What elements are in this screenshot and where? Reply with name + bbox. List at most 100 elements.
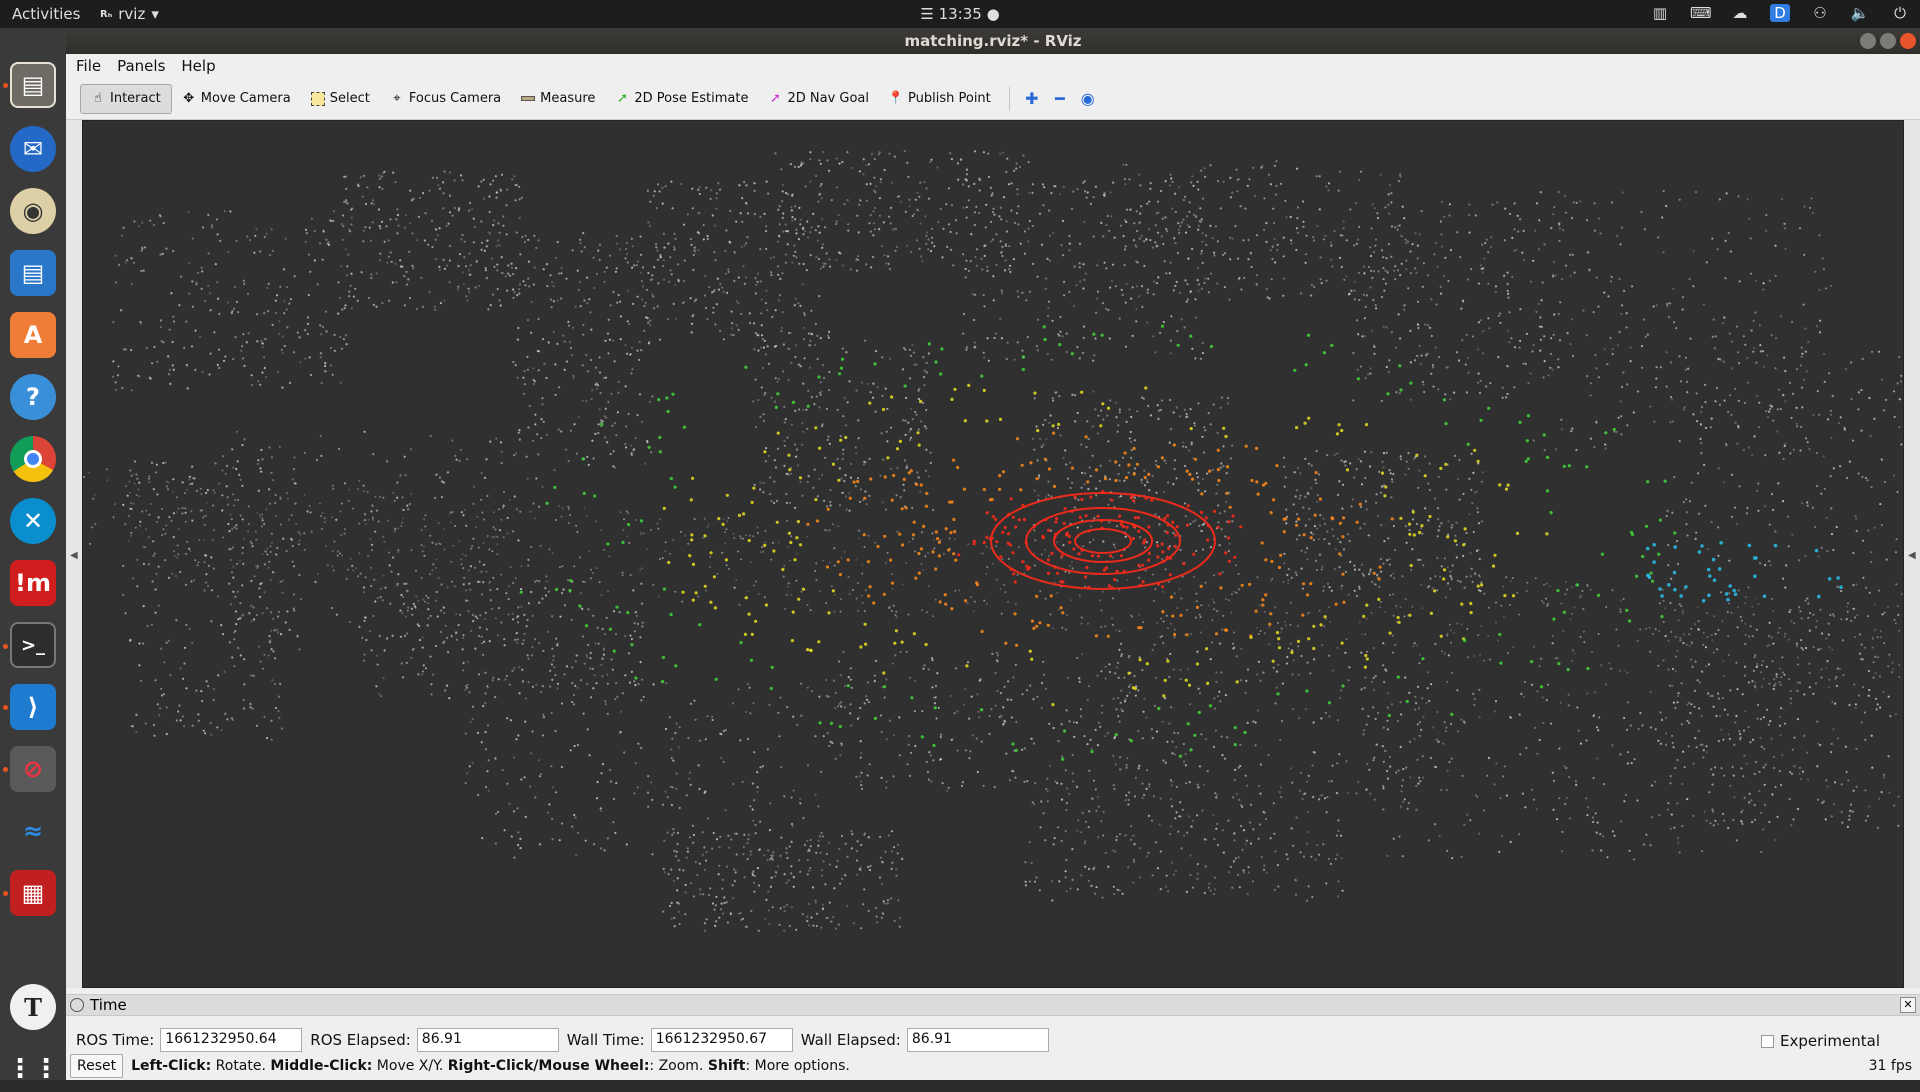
tool-label: Publish Point [908,91,991,106]
camera-type-icon[interactable]: ◉ [1074,89,1102,108]
tool-label: Focus Camera [408,91,502,106]
keyboard-icon[interactable]: ⌨ [1690,4,1712,22]
window-title: matching.rviz* - RViz [904,32,1082,50]
app-indicator-icon[interactable]: D [1770,4,1790,22]
ros-elapsed-field[interactable]: 86.91 [416,1028,559,1052]
tool-measure[interactable]: Measure [511,84,605,114]
terminal-icon[interactable]: >_ [10,622,56,668]
tool-label: Measure [540,91,596,106]
kali-icon[interactable]: ≈ [10,808,56,854]
system-tray: ▥ ⌨ ☁ D ⚇ 🔈 ⏻ [1650,4,1910,22]
show-apps-icon[interactable]: ⋮⋮ [7,1046,59,1092]
tool-label: Interact [110,91,161,106]
hint-left-click-action: Rotate. [211,1058,271,1074]
menu-file[interactable]: File [76,54,101,78]
checkbox-box[interactable] [1760,1034,1774,1048]
system-clock[interactable]: ☰ 13:35 ● [0,5,1920,23]
move-icon: ✥ [183,91,195,106]
workspace-icon[interactable]: ▥ [1650,4,1670,22]
menu-panels[interactable]: Panels [117,54,165,78]
tool-select[interactable]: Select [301,84,380,114]
files-icon[interactable]: ▤ [10,62,56,108]
focus-icon: ⌖ [393,91,401,106]
ros-time-label: ROS Time: [76,1031,155,1049]
software-center-icon[interactable]: A [10,312,56,358]
calendar-icon: ☰ [920,5,934,23]
experimental-checkbox[interactable]: Experimental [1760,1032,1880,1050]
status-bar: Reset Left-Click: Rotate. Middle-Click: … [66,1052,1920,1080]
tool-focus-camera[interactable]: ⌖ Focus Camera [380,84,511,114]
time-panel-header: Time ✕ [66,994,1920,1016]
running-indicator [3,705,8,710]
hint-middle-click-action: Move X/Y. [372,1058,448,1074]
clock-icon [70,998,84,1012]
wall-elapsed-label: Wall Elapsed: [800,1031,901,1049]
writer-icon[interactable]: ▤ [10,250,56,296]
tool-move-camera[interactable]: ✥ Move Camera [172,84,301,114]
hint-left-click: Left-Click: [131,1058,212,1074]
toolbar-separator [1008,86,1010,111]
right-dock-handle[interactable]: ◀ [1904,120,1920,988]
remote-desktop-icon[interactable]: ✕ [10,498,56,544]
rhythmbox-icon[interactable]: ◉ [10,188,56,234]
hint-shift: Shift [707,1058,746,1074]
blocked-app-icon[interactable]: ⊘ [10,746,56,792]
vscode-icon[interactable]: ⟩ [10,684,56,730]
time-fields: ROS Time: 1661232950.64 ROS Elapsed: 86.… [76,1028,1057,1052]
clock-label: 13:35 [938,5,982,23]
ros-time-field[interactable]: 1661232950.64 [160,1028,303,1052]
window-titlebar[interactable]: matching.rviz* - RViz [66,28,1920,54]
tool-bar: ☝ Interact ✥ Move Camera Select ⌖ Focus … [66,78,1920,120]
reset-button[interactable]: Reset [70,1054,124,1078]
remove-tool-icon[interactable]: ━ [1046,89,1074,108]
chrome-icon[interactable] [10,436,56,482]
ros-elapsed-label: ROS Elapsed: [310,1031,411,1049]
minimize-icon[interactable] [1860,33,1876,49]
help-icon[interactable]: ? [10,374,56,420]
menu-bar: File Panels Help [66,54,1920,78]
wall-time-field[interactable]: 1661232950.67 [650,1028,793,1052]
left-dock-handle[interactable]: ◀ [66,120,82,988]
maximize-icon[interactable] [1880,33,1896,49]
close-icon[interactable] [1900,33,1916,49]
hand-icon: ☝ [94,91,102,106]
3d-viewport[interactable] [82,120,1904,988]
close-panel-icon[interactable]: ✕ [1900,997,1916,1013]
rviz-window: matching.rviz* - RViz File Panels Help ☝… [66,28,1920,1080]
running-indicator [3,644,8,649]
thunderbird-icon[interactable]: ✉ [10,126,56,172]
tool-interact[interactable]: ☝ Interact [80,83,172,114]
pin-icon: 📍 [887,91,905,106]
tool-label: Move Camera [200,91,291,106]
tool-label: 2D Pose Estimate [634,91,749,106]
hint-right-click-action: : Zoom. [649,1058,708,1074]
cloud-icon[interactable]: ☁ [1730,4,1750,22]
tool-2d-pose-estimate[interactable]: ➚ 2D Pose Estimate [605,84,758,114]
expand-right-icon: ◀ [1908,550,1916,561]
pink-arrow-icon: ➚ [770,91,781,106]
system-top-bar: Activities Rₕ rviz ▾ ☰ 13:35 ● ▥ ⌨ ☁ D ⚇… [0,0,1920,28]
running-indicator [3,83,8,88]
running-indicator [3,891,8,896]
hint-right-click: Right-Click/Mouse Wheel: [447,1058,650,1074]
notification-dot-icon: ● [986,5,1000,23]
add-tool-icon[interactable]: ✚ [1018,89,1046,108]
volume-icon[interactable]: 🔈 [1850,4,1870,22]
hint-middle-click: Middle-Click: [270,1058,373,1074]
system-monitor-icon[interactable]: ▦ [10,870,56,916]
tool-label: 2D Nav Goal [787,91,870,106]
dock: ▤ ✉ ◉ ▤ A ? ✕ !m >_ ⟩ ⊘ ≈ ▦ T ⋮⋮ [0,28,66,1084]
experimental-label: Experimental [1779,1032,1880,1050]
network-icon[interactable]: ⚇ [1810,4,1830,22]
ruler-icon [521,96,536,101]
tool-2d-nav-goal[interactable]: ➚ 2D Nav Goal [758,84,879,114]
fps-readout: 31 fps [1868,1058,1912,1074]
typora-icon[interactable]: !m [10,560,56,606]
text-editor-icon[interactable]: T [10,984,56,1030]
point-cloud-render[interactable] [83,121,1904,988]
menu-help[interactable]: Help [181,54,215,78]
power-icon[interactable]: ⏻ [1890,4,1910,22]
tool-label: Select [329,91,370,106]
tool-publish-point[interactable]: 📍 Publish Point [879,84,1001,114]
wall-elapsed-field[interactable]: 86.91 [906,1028,1049,1052]
